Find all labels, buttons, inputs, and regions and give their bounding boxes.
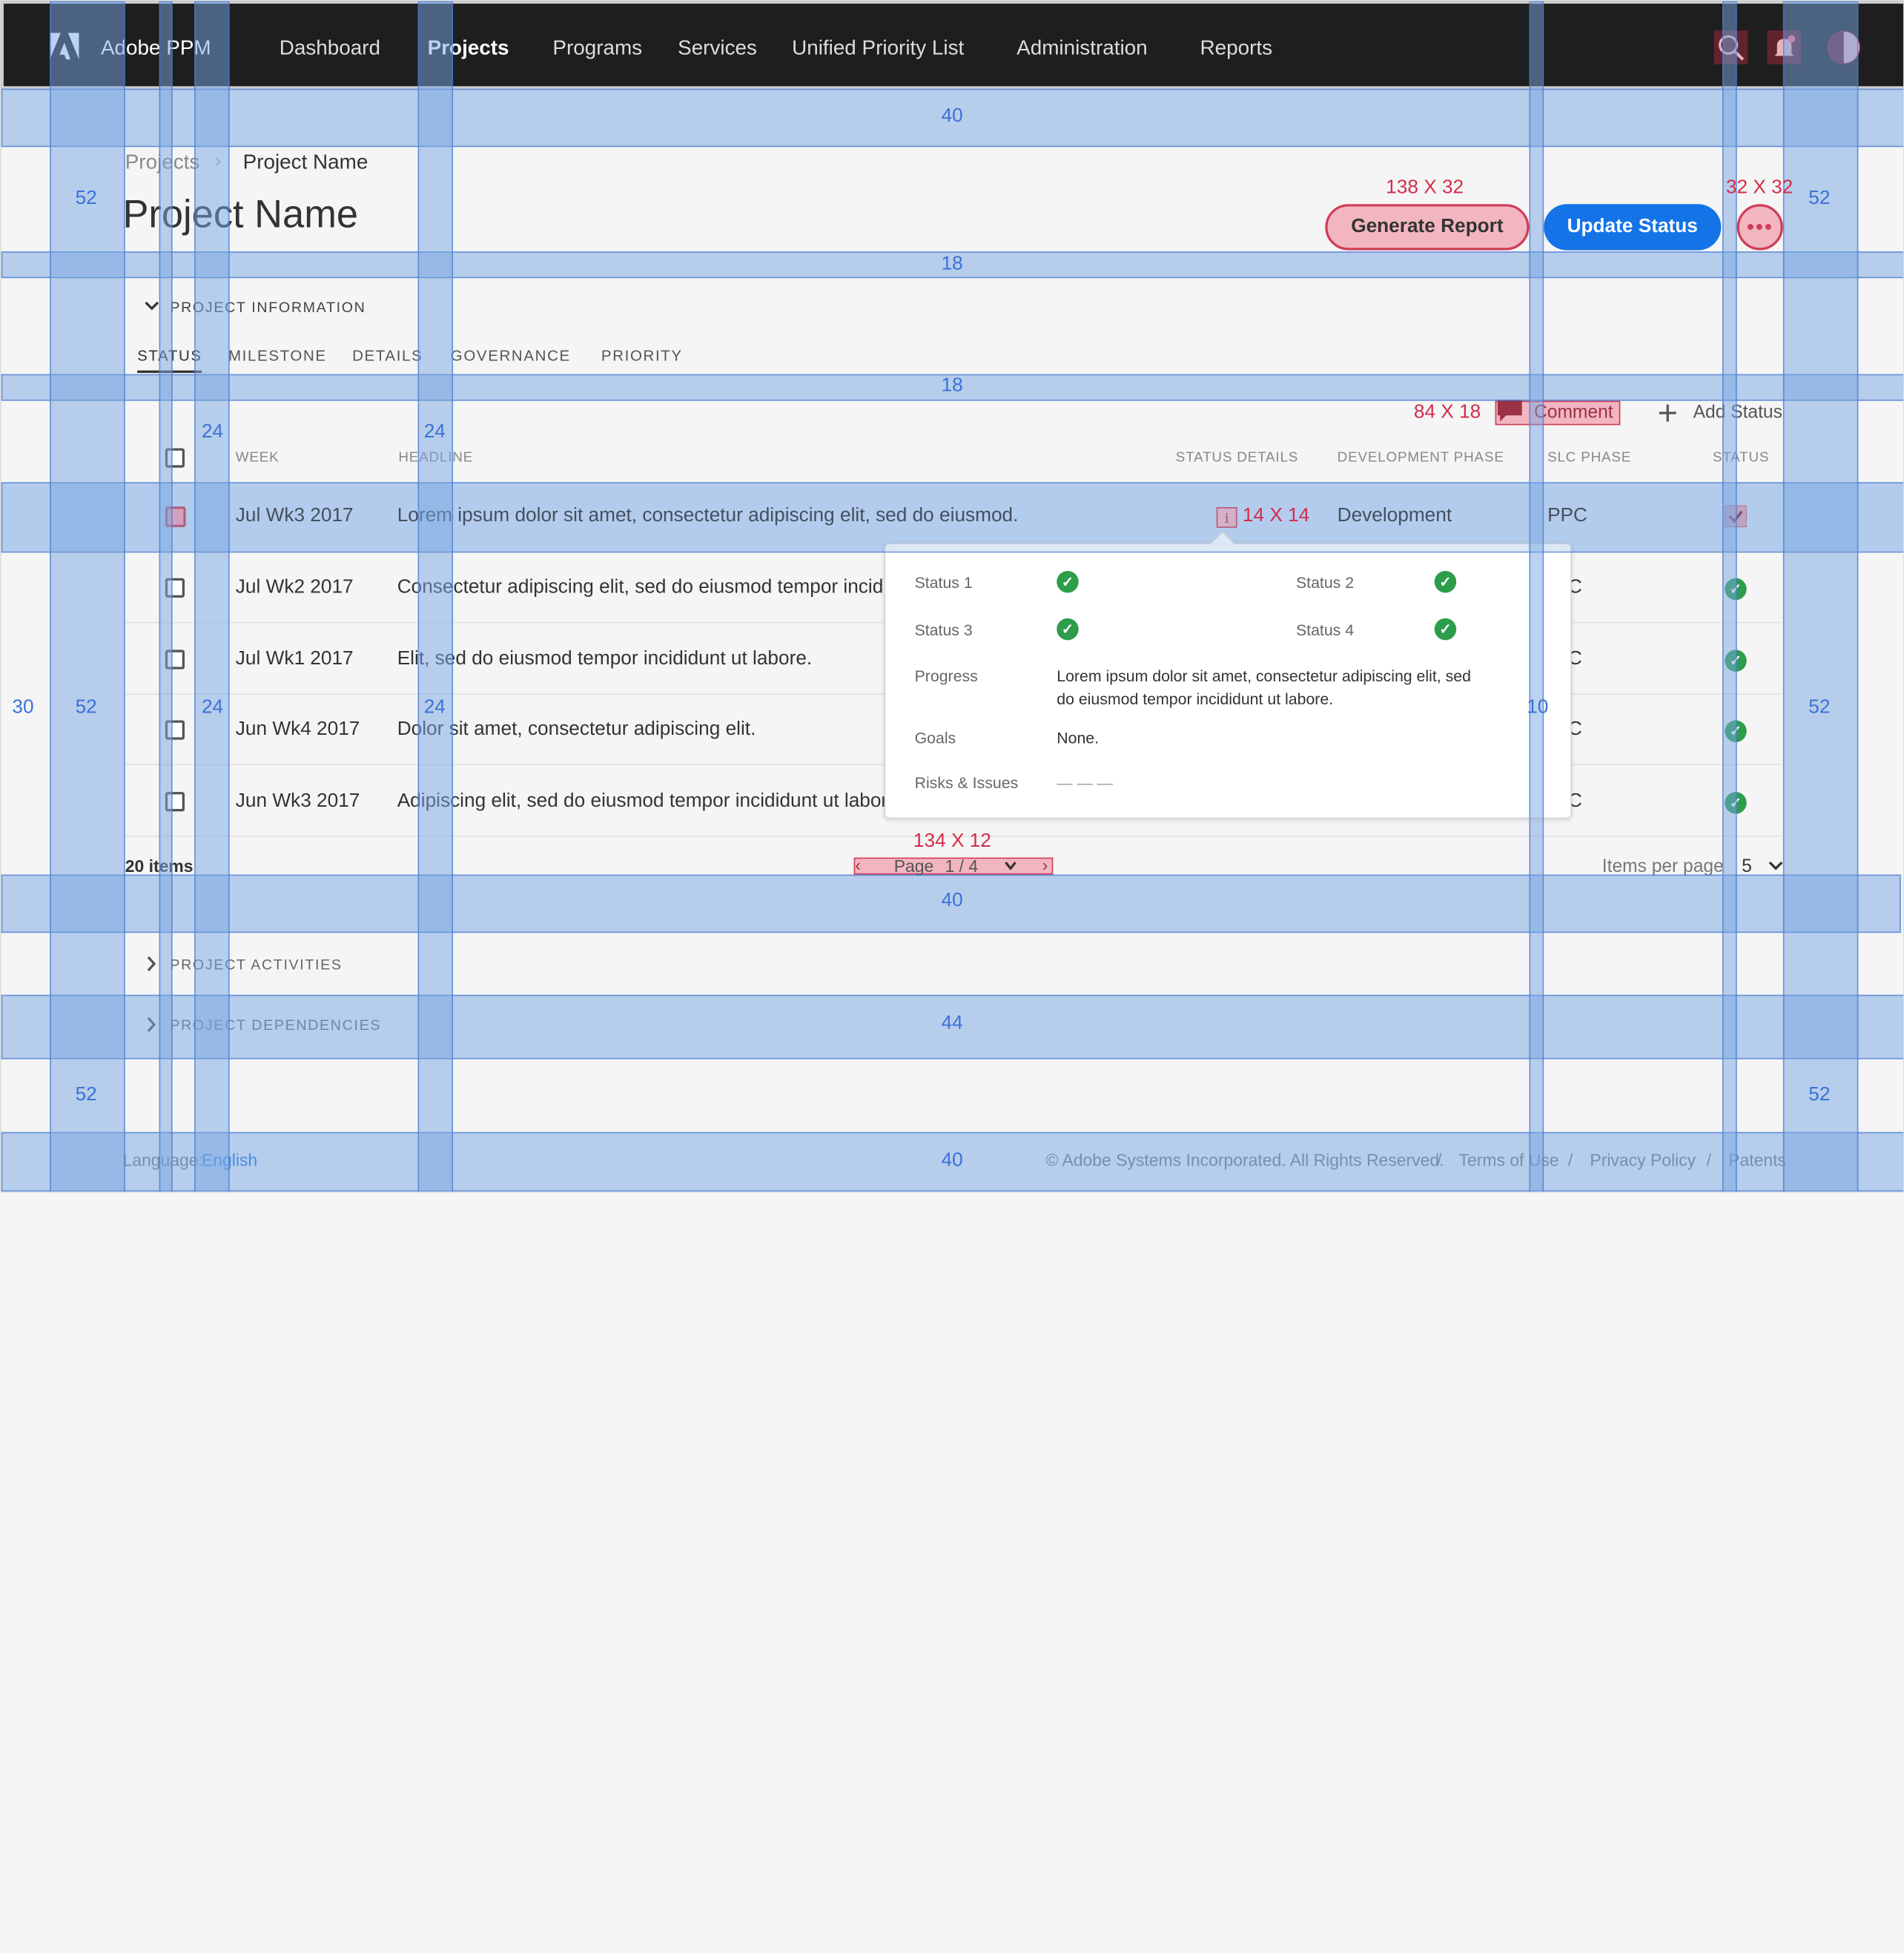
spacing-label: 40 <box>941 1150 963 1172</box>
add-status-link[interactable]: Add Status <box>1693 402 1782 423</box>
breadcrumb-current: Project Name <box>242 151 368 174</box>
nav-programs[interactable]: Programs <box>552 36 642 61</box>
row-headline: Adipiscing elit, sed do eiusmod tempor i… <box>397 790 888 812</box>
row-week: Jul Wk2 2017 <box>235 577 354 598</box>
spacing-label: 52 <box>1808 1084 1831 1106</box>
spacing-column <box>194 1 230 1192</box>
popover-status-3-label: Status 3 <box>914 621 973 639</box>
nav-dashboard[interactable]: Dashboard <box>280 36 380 61</box>
previous-page-icon[interactable]: ‹ <box>855 855 861 874</box>
page-value[interactable]: 1 / 4 <box>945 856 979 876</box>
chevron-right-icon[interactable] <box>146 956 157 972</box>
column-status-details[interactable]: STATUS DETAILS <box>1176 451 1298 466</box>
spacing-label: 10 <box>1527 697 1549 718</box>
chevron-down-icon[interactable] <box>1768 861 1783 870</box>
status-3-check-icon: ✓ <box>1057 618 1079 641</box>
popover-risks-value: — — — <box>1057 773 1113 793</box>
dimension-label: 32 X 32 <box>1725 177 1794 199</box>
spacing-label: 30 <box>12 697 34 718</box>
generate-report-button[interactable]: Generate Report <box>1325 204 1530 251</box>
spacing-label: 24 <box>423 697 446 718</box>
status-2-check-icon: ✓ <box>1434 570 1457 593</box>
spacing-label: 52 <box>1808 697 1831 718</box>
tab-details[interactable]: DETAILS <box>352 348 423 365</box>
status-4-check-icon: ✓ <box>1434 618 1457 641</box>
top-navigation: Adobe PPM Dashboard Projects Programs Se… <box>1 1 1904 89</box>
more-options-button[interactable]: ••• <box>1736 204 1783 251</box>
page: Adobe PPM Dashboard Projects Programs Se… <box>0 0 1904 1193</box>
next-page-icon[interactable]: › <box>1042 855 1048 874</box>
column-week[interactable]: WEEK <box>236 451 280 466</box>
spacing-label: 44 <box>941 1013 963 1034</box>
row-week: Jun Wk4 2017 <box>235 718 360 740</box>
popover-goals-label: Goals <box>914 728 956 747</box>
spacing-label: 24 <box>201 421 224 443</box>
popover-progress-line-1: Lorem ipsum dolor sit amet, consectetur … <box>1057 667 1471 685</box>
page-scale: Adobe PPM Dashboard Projects Programs Se… <box>0 0 1904 1953</box>
comment-icon[interactable] <box>1496 398 1523 423</box>
spacing-column <box>159 1 173 1192</box>
column-development-phase[interactable]: DEVELOPMENT PHASE <box>1338 451 1504 466</box>
dimension-label: 138 X 32 <box>1386 177 1464 199</box>
tab-milestone[interactable]: MILESTONE <box>228 348 327 365</box>
chevron-down-icon[interactable] <box>1005 861 1017 870</box>
spacing-column <box>50 1 125 1192</box>
nav-unified-priority-list[interactable]: Unified Priority List <box>792 36 964 61</box>
spacing-column <box>1529 1 1544 1192</box>
spacing-label: 52 <box>75 697 97 718</box>
popover-status-1-label: Status 1 <box>914 573 973 592</box>
row-headline: Consectetur adipiscing elit, sed do eius… <box>397 577 898 598</box>
spacing-label: 18 <box>941 254 963 275</box>
dimension-label: 84 X 18 <box>1413 402 1481 423</box>
popover-progress-label: Progress <box>914 667 978 685</box>
popover-risks-label: Risks & Issues <box>914 773 1019 793</box>
row-week: Jul Wk1 2017 <box>235 648 354 670</box>
pagination-control[interactable]: ‹ Page 1 / 4 › <box>853 855 1054 876</box>
popover-status-4-label: Status 4 <box>1295 621 1355 639</box>
comment-link[interactable]: Comment <box>1534 402 1613 423</box>
spacing-column <box>1782 1 1859 1192</box>
page-label: Page <box>893 856 934 876</box>
nav-services[interactable]: Services <box>678 36 757 61</box>
popover-status-2-label: Status 2 <box>1295 573 1355 592</box>
update-status-button[interactable]: Update Status <box>1544 204 1722 251</box>
spacing-label: 18 <box>941 375 963 397</box>
dimension-label: 14 X 14 <box>1242 505 1310 526</box>
status-details-popover: Status 1 ✓ Status 2 ✓ Status 3 ✓ Status … <box>884 543 1572 819</box>
nav-reports[interactable]: Reports <box>1200 36 1273 61</box>
spacing-label: 24 <box>201 697 224 718</box>
row-week: Jun Wk3 2017 <box>235 790 360 812</box>
dimension-label: 134 X 12 <box>913 830 991 852</box>
plus-icon[interactable] <box>1658 403 1677 423</box>
spacing-label: 52 <box>75 188 97 209</box>
nav-administration[interactable]: Administration <box>1017 36 1147 61</box>
row-headline: Elit, sed do eiusmod tempor incididunt u… <box>397 648 813 670</box>
column-slc-phase[interactable]: SLC PHASE <box>1547 451 1631 466</box>
spacing-label: 40 <box>941 890 963 911</box>
spacing-label: 52 <box>75 1084 97 1106</box>
popover-goals-value: None. <box>1057 728 1100 747</box>
spacing-label: 24 <box>423 421 446 443</box>
column-status[interactable]: STATUS <box>1713 451 1769 466</box>
spacing-label: 52 <box>1808 188 1831 209</box>
spacing-label: 40 <box>941 105 963 127</box>
spacing-band <box>1 482 1904 553</box>
spacing-column <box>417 1 454 1192</box>
tab-governance[interactable]: GOVERNANCE <box>451 348 571 365</box>
chevron-down-icon[interactable] <box>143 300 160 312</box>
page-title: Project Name <box>122 191 359 236</box>
tab-priority[interactable]: PRIORITY <box>601 348 683 365</box>
popover-progress-line-2: do eiusmod tempor incididunt ut labore. <box>1057 690 1334 709</box>
status-1-check-icon: ✓ <box>1057 570 1079 593</box>
